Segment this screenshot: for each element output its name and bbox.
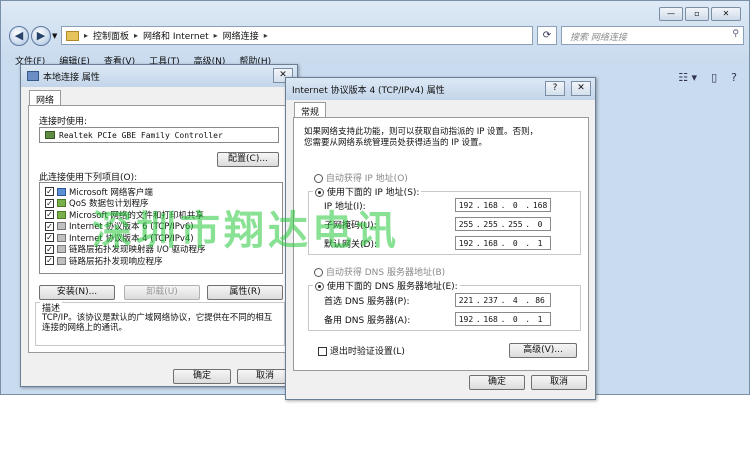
list-item[interactable]: ✓ Internet 协议版本 6 (TCP/IPv6) — [40, 221, 282, 232]
tab-panel: 连接时使用: Realtek PCIe GBE Family Controlle… — [28, 105, 290, 353]
intro-line-2: 您需要从网络系统管理员处获得适当的 IP 设置。 — [304, 138, 488, 148]
breadcrumb-item[interactable]: 控制面板 — [93, 29, 129, 42]
address-bar[interactable]: ▸ 控制面板 ▸ 网络和 Internet ▸ 网络连接 ▸ — [61, 26, 533, 45]
checkbox[interactable]: ✓ — [45, 187, 54, 197]
history-dropdown-icon[interactable]: ▼ — [52, 32, 57, 40]
radio-button[interactable] — [315, 188, 324, 197]
list-item[interactable]: ✓ Internet 协议版本 4 (TCP/IPv4) — [40, 232, 282, 244]
dns1-label: 首选 DNS 服务器(P): — [324, 297, 410, 307]
help-icon[interactable]: ? — [731, 71, 737, 84]
close-icon[interactable]: ✕ — [571, 81, 591, 96]
dialog-title: 本地连接 属性 — [43, 72, 100, 83]
adapter-field: Realtek PCIe GBE Family Controller — [39, 127, 279, 143]
subnet-mask-field[interactable]: 255. 255. 255. 0 — [455, 217, 551, 231]
dialog-title: Internet 协议版本 4 (TCP/IPv4) 属性 — [292, 85, 445, 96]
search-icon: ⚲ — [732, 29, 739, 39]
maximize-icon[interactable]: ▫ — [685, 7, 709, 21]
description-group: 描述 TCP/IP。该协议是默认的广域网络协议，它提供在不同的相互连接的网络上的… — [35, 301, 285, 346]
checkbox[interactable] — [318, 347, 327, 356]
dialog-titlebar: 本地连接 属性 ✕ — [21, 65, 297, 87]
install-button[interactable]: 安装(N)... — [39, 285, 115, 300]
preferred-dns-field[interactable]: 221. 237. 4. 86 — [455, 293, 551, 307]
tab-network[interactable]: 网络 — [29, 90, 62, 106]
list-item[interactable]: ✓ Microsoft 网络客户端 — [40, 186, 282, 198]
auto-ip-option[interactable]: 自动获得 IP 地址(O) — [314, 171, 408, 184]
window-controls: — ▫ ✕ — [659, 7, 741, 21]
refresh-icon[interactable]: ⟳ — [537, 26, 557, 45]
dialog-titlebar: Internet 协议版本 4 (TCP/IPv4) 属性 ? ✕ — [286, 78, 595, 100]
checkbox[interactable]: ✓ — [45, 256, 54, 266]
view-toolbar: ☷ ▾ ▯ ? — [678, 71, 737, 84]
network-icon — [27, 71, 39, 81]
service-icon — [57, 210, 66, 219]
gateway-field[interactable]: 192. 168. 0. 1 — [455, 236, 551, 250]
breadcrumb-item[interactable]: 网络和 Internet — [143, 29, 209, 42]
breadcrumb-item[interactable]: 网络连接 — [223, 29, 259, 42]
checkbox[interactable]: ✓ — [45, 233, 54, 243]
forward-icon[interactable]: ▶ — [31, 26, 51, 46]
view-options-icon[interactable]: ☷ ▾ — [678, 71, 697, 84]
preview-pane-icon[interactable]: ▯ — [711, 71, 717, 84]
back-icon[interactable]: ◀ — [9, 26, 29, 46]
client-icon — [57, 187, 66, 196]
checkbox[interactable]: ✓ — [45, 244, 54, 254]
radio-button[interactable] — [314, 174, 323, 183]
list-item[interactable]: ✓ 链路层拓扑发现映射器 I/O 驱动程序 — [40, 244, 282, 255]
subnet-label: 子网掩码(U): — [324, 221, 377, 231]
checkbox[interactable]: ✓ — [45, 210, 54, 220]
cancel-button[interactable]: 取消 — [531, 375, 587, 390]
ip-label: IP 地址(I): — [324, 202, 366, 212]
radio-button[interactable] — [314, 268, 323, 277]
validate-option[interactable]: 退出时验证设置(L) — [318, 344, 405, 357]
manual-dns-option[interactable]: 使用下面的 DNS 服务器地址(E): — [313, 279, 460, 292]
connect-using-label: 连接时使用: — [39, 117, 88, 127]
ok-button[interactable]: 确定 — [173, 369, 231, 384]
dns2-label: 备用 DNS 服务器(A): — [324, 316, 411, 326]
desktop-area — [0, 395, 750, 457]
list-item[interactable]: ✓ QoS 数据包计划程序 — [40, 198, 282, 209]
list-item[interactable]: ✓ 链路层拓扑发现响应程序 — [40, 255, 282, 267]
radio-button[interactable] — [315, 282, 324, 291]
auto-dns-option[interactable]: 自动获得 DNS 服务器地址(B) — [314, 265, 445, 278]
list-item[interactable]: ✓ Microsoft 网络的文件和打印机共享 — [40, 209, 282, 221]
tab-panel: 如果网络支持此功能，则可以获取自动指派的 IP 设置。否则， 您需要从网络系统管… — [293, 117, 589, 371]
search-input[interactable]: 搜索 网络连接 ⚲ — [561, 26, 744, 45]
advanced-button[interactable]: 高级(V)... — [509, 343, 577, 358]
ipv4-properties-dialog: Internet 协议版本 4 (TCP/IPv4) 属性 ? ✕ 常规 如果网… — [285, 77, 596, 400]
close-icon[interactable]: ✕ — [711, 7, 741, 21]
protocol-icon — [57, 256, 66, 265]
protocol-icon — [57, 233, 66, 242]
components-list: ✓ Microsoft 网络客户端 ✓ QoS 数据包计划程序 ✓ Microsoft… — [39, 182, 283, 274]
adapter-icon — [45, 131, 55, 139]
help-button[interactable]: ? — [545, 81, 565, 96]
local-connection-dialog: 本地连接 属性 ✕ 网络 连接时使用: Realtek PCIe GBE Fam… — [20, 64, 298, 387]
service-icon — [57, 199, 66, 208]
description-text: TCP/IP。该协议是默认的广域网络协议，它提供在不同的相互连接的网络上的通讯。 — [42, 313, 273, 333]
minimize-icon[interactable]: — — [659, 7, 683, 21]
checkbox[interactable]: ✓ — [45, 198, 54, 208]
ip-address-field[interactable]: 192. 168. 0. 168 — [455, 198, 551, 212]
properties-button[interactable]: 属性(R) — [207, 285, 283, 300]
checkbox[interactable]: ✓ — [45, 221, 54, 231]
gateway-label: 默认网关(D): — [324, 240, 377, 250]
protocol-icon — [57, 222, 66, 231]
alternate-dns-field[interactable]: 192. 168. 0. 1 — [455, 312, 551, 326]
folder-icon — [66, 30, 79, 41]
tab-general[interactable]: 常规 — [294, 102, 327, 118]
protocol-icon — [57, 245, 66, 254]
ok-button[interactable]: 确定 — [469, 375, 525, 390]
uninstall-button[interactable]: 卸载(U) — [124, 285, 200, 300]
manual-ip-option[interactable]: 使用下面的 IP 地址(S): — [313, 185, 422, 198]
configure-button[interactable]: 配置(C)... — [217, 152, 279, 167]
